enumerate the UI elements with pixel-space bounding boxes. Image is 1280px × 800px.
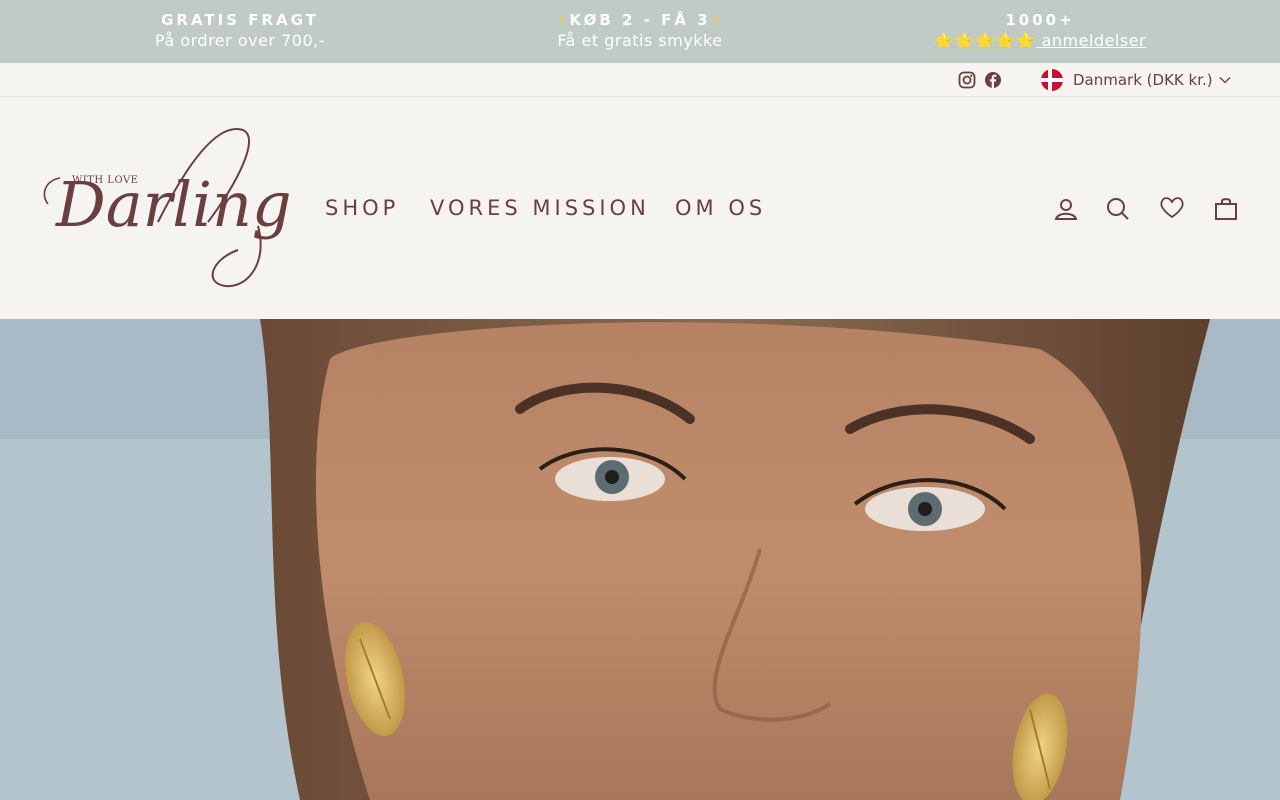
lightning-icon: ⚡ xyxy=(710,11,725,29)
heart-icon[interactable] xyxy=(1158,194,1186,222)
announcement-bar: GRATIS FRAGT På ordrer over 700,- ⚡KØB 2… xyxy=(0,0,1280,63)
promo-title: KØB 2 - FÅ 3 xyxy=(569,11,711,29)
site-header: WITH LOVE Darling SHOP VORES MISSION OM … xyxy=(0,97,1280,319)
country-selector[interactable]: Danmark (DKK kr.) xyxy=(1073,70,1213,90)
hero-image xyxy=(0,319,1280,800)
reviews-title: 1000+ xyxy=(1005,11,1075,29)
utility-bar: Danmark (DKK kr.) xyxy=(0,63,1280,97)
promo-title-line: ⚡KØB 2 - FÅ 3⚡ xyxy=(490,10,790,30)
reviews-notice: 1000+ ⭐⭐⭐⭐⭐ anmeldelser xyxy=(890,10,1190,52)
free-shipping-notice: GRATIS FRAGT På ordrer over 700,- xyxy=(90,10,390,52)
hero-model-photo xyxy=(0,319,1280,800)
lightning-icon: ⚡ xyxy=(555,11,570,29)
nav-shop[interactable]: SHOP xyxy=(325,195,399,221)
nav-vores-mission[interactable]: VORES MISSION xyxy=(430,195,650,221)
chevron-down-icon[interactable] xyxy=(1218,73,1232,87)
promo-notice: ⚡KØB 2 - FÅ 3⚡ Få et gratis smykke xyxy=(490,10,790,52)
star-rating-icon: ⭐⭐⭐⭐⭐ xyxy=(933,31,1036,50)
denmark-flag-icon[interactable] xyxy=(1041,69,1063,91)
nav-om-os[interactable]: OM OS xyxy=(675,195,766,221)
free-shipping-text: På ordrer over 700,- xyxy=(155,31,325,50)
promo-text: Få et gratis smykke xyxy=(557,31,723,50)
facebook-icon[interactable] xyxy=(983,70,1003,90)
user-icon[interactable] xyxy=(1052,195,1080,223)
reviews-link-label: anmeldelser xyxy=(1036,31,1147,50)
reviews-link[interactable]: ⭐⭐⭐⭐⭐ anmeldelser xyxy=(890,30,1190,52)
bag-icon[interactable] xyxy=(1212,195,1240,223)
darling-logo[interactable]: WITH LOVE Darling xyxy=(38,122,294,292)
instagram-icon[interactable] xyxy=(957,70,977,90)
free-shipping-title: GRATIS FRAGT xyxy=(161,11,319,29)
search-icon[interactable] xyxy=(1104,195,1132,223)
svg-text:Darling: Darling xyxy=(55,168,292,241)
